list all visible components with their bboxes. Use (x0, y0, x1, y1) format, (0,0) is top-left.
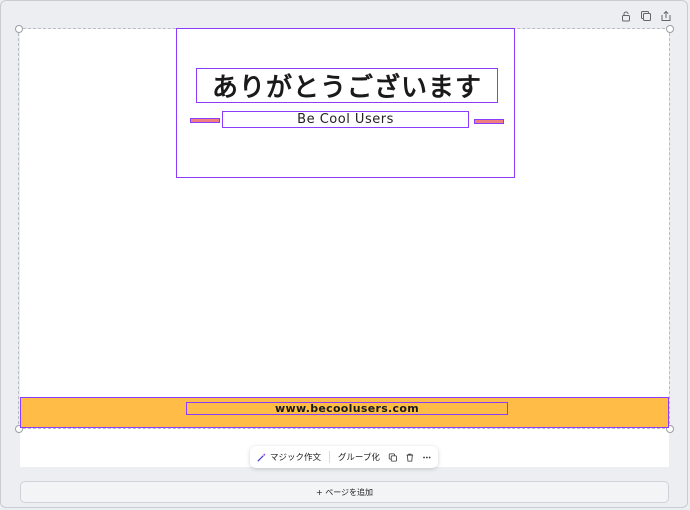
magic-write-button[interactable]: マジック作文 (256, 451, 321, 463)
title-textbox[interactable]: ありがとうございます (196, 68, 498, 103)
decorative-line-left[interactable] (190, 118, 220, 123)
subtitle-textbox[interactable]: Be Cool Users (222, 111, 469, 128)
duplicate-icon[interactable] (388, 452, 398, 463)
magic-write-label: マジック作文 (270, 453, 322, 463)
context-toolbar: マジック作文 グループ化 (250, 446, 438, 468)
group-button[interactable]: グループ化 (338, 451, 380, 463)
resize-handle-top-left[interactable] (15, 25, 23, 33)
duplicate-page-icon[interactable] (640, 10, 652, 22)
url-textbox[interactable]: www.becoolusers.com (186, 402, 508, 415)
group-label: グループ化 (337, 453, 380, 463)
more-icon[interactable] (422, 452, 432, 463)
add-page-label: + ページを追加 (315, 487, 374, 497)
page-actions (620, 10, 672, 22)
lock-icon[interactable] (620, 10, 632, 22)
decorative-line-right[interactable] (474, 119, 504, 124)
magic-wand-icon (257, 452, 266, 462)
url-text: www.becoolusers.com (275, 402, 419, 415)
trash-icon[interactable] (405, 452, 415, 463)
add-page-button[interactable]: + ページを追加 (20, 481, 669, 503)
toolbar-divider (329, 451, 330, 463)
title-text: ありがとうございます (211, 73, 482, 103)
resize-handle-top-right[interactable] (666, 25, 674, 33)
share-page-icon[interactable] (660, 10, 672, 22)
subtitle-text: Be Cool Users (297, 112, 394, 127)
